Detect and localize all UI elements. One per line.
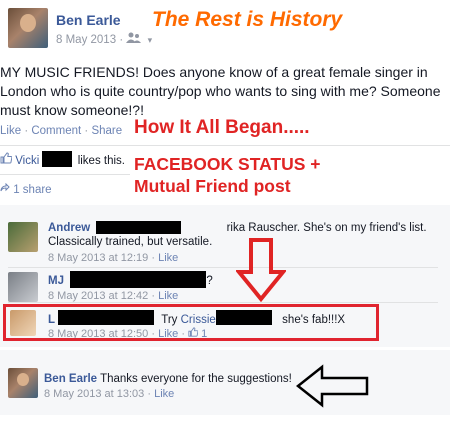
shares-count[interactable]: 1 share (13, 184, 51, 196)
how-it-began-label: How It All Began..... (134, 117, 310, 138)
comment-body: ? (206, 275, 213, 287)
redacted-block (96, 221, 181, 234)
redacted-block (42, 151, 72, 167)
comment-avatar[interactable] (8, 368, 38, 398)
comment-author[interactable]: Ben Earle (44, 373, 97, 385)
likes-divider (0, 145, 450, 146)
liker-name[interactable]: Vicki (15, 155, 39, 167)
comment-meta: 8 May 2013 at 12:42 · Like (48, 290, 179, 302)
thumbs-up-icon (0, 152, 15, 167)
shares-divider (0, 174, 130, 175)
friends-icon[interactable]: ▾ (126, 32, 152, 46)
post-text: MY MUSIC FRIENDS! Does anyone know of a … (0, 64, 441, 118)
post-author-avatar[interactable] (8, 8, 48, 48)
overlay-title: The Rest is History (152, 8, 343, 31)
comment-like[interactable]: Like (158, 252, 178, 264)
comment-meta: 8 May 2013 at 13:03 · Like (44, 388, 175, 400)
separator-dot: · (24, 125, 29, 137)
separator-dot: · (84, 125, 89, 137)
comment-meta: 8 May 2013 at 12:19 · Like (48, 252, 179, 264)
mutual-friend-label: Mutual Friend post (134, 176, 291, 196)
share-icon (0, 182, 13, 196)
comment-like[interactable]: Like (158, 290, 178, 302)
post-actions: Like · Comment · Share (0, 125, 122, 137)
likes-suffix: likes this. (77, 155, 125, 167)
comment-text: Ben Earle Thanks everyone for the sugges… (44, 372, 292, 386)
down-arrow-icon (236, 238, 286, 302)
comment-date[interactable]: 8 May 2013 at 13:03 (44, 388, 144, 400)
post-date[interactable]: 8 May 2013 · ▾ (56, 32, 152, 46)
comment-author[interactable]: MJ (48, 275, 64, 287)
comment-divider (8, 302, 438, 303)
comment-body: Thanks everyone for the suggestions! (100, 373, 292, 385)
left-arrow-icon (296, 364, 369, 408)
comment-date[interactable]: 8 May 2013 at 12:19 (48, 252, 148, 264)
facebook-status-label: FACEBOOK STATUS + (134, 154, 321, 174)
separator-dot: · (119, 34, 124, 46)
shares-row[interactable]: 1 share (0, 182, 52, 196)
redacted-block (70, 271, 206, 288)
post-date-text[interactable]: 8 May 2013 (56, 34, 116, 46)
highlight-box (3, 304, 379, 341)
like-action[interactable]: Like (0, 125, 21, 137)
comment-divider (8, 267, 438, 268)
comment-action[interactable]: Comment (31, 125, 81, 137)
comment-date[interactable]: 8 May 2013 at 12:42 (48, 290, 148, 302)
post-author-name[interactable]: Ben Earle (56, 12, 121, 28)
share-action[interactable]: Share (91, 125, 122, 137)
comment-author[interactable]: Andrew (48, 222, 90, 234)
comment-avatar[interactable] (8, 222, 38, 252)
comment-like[interactable]: Like (154, 388, 174, 400)
comment-avatar[interactable] (8, 272, 38, 302)
